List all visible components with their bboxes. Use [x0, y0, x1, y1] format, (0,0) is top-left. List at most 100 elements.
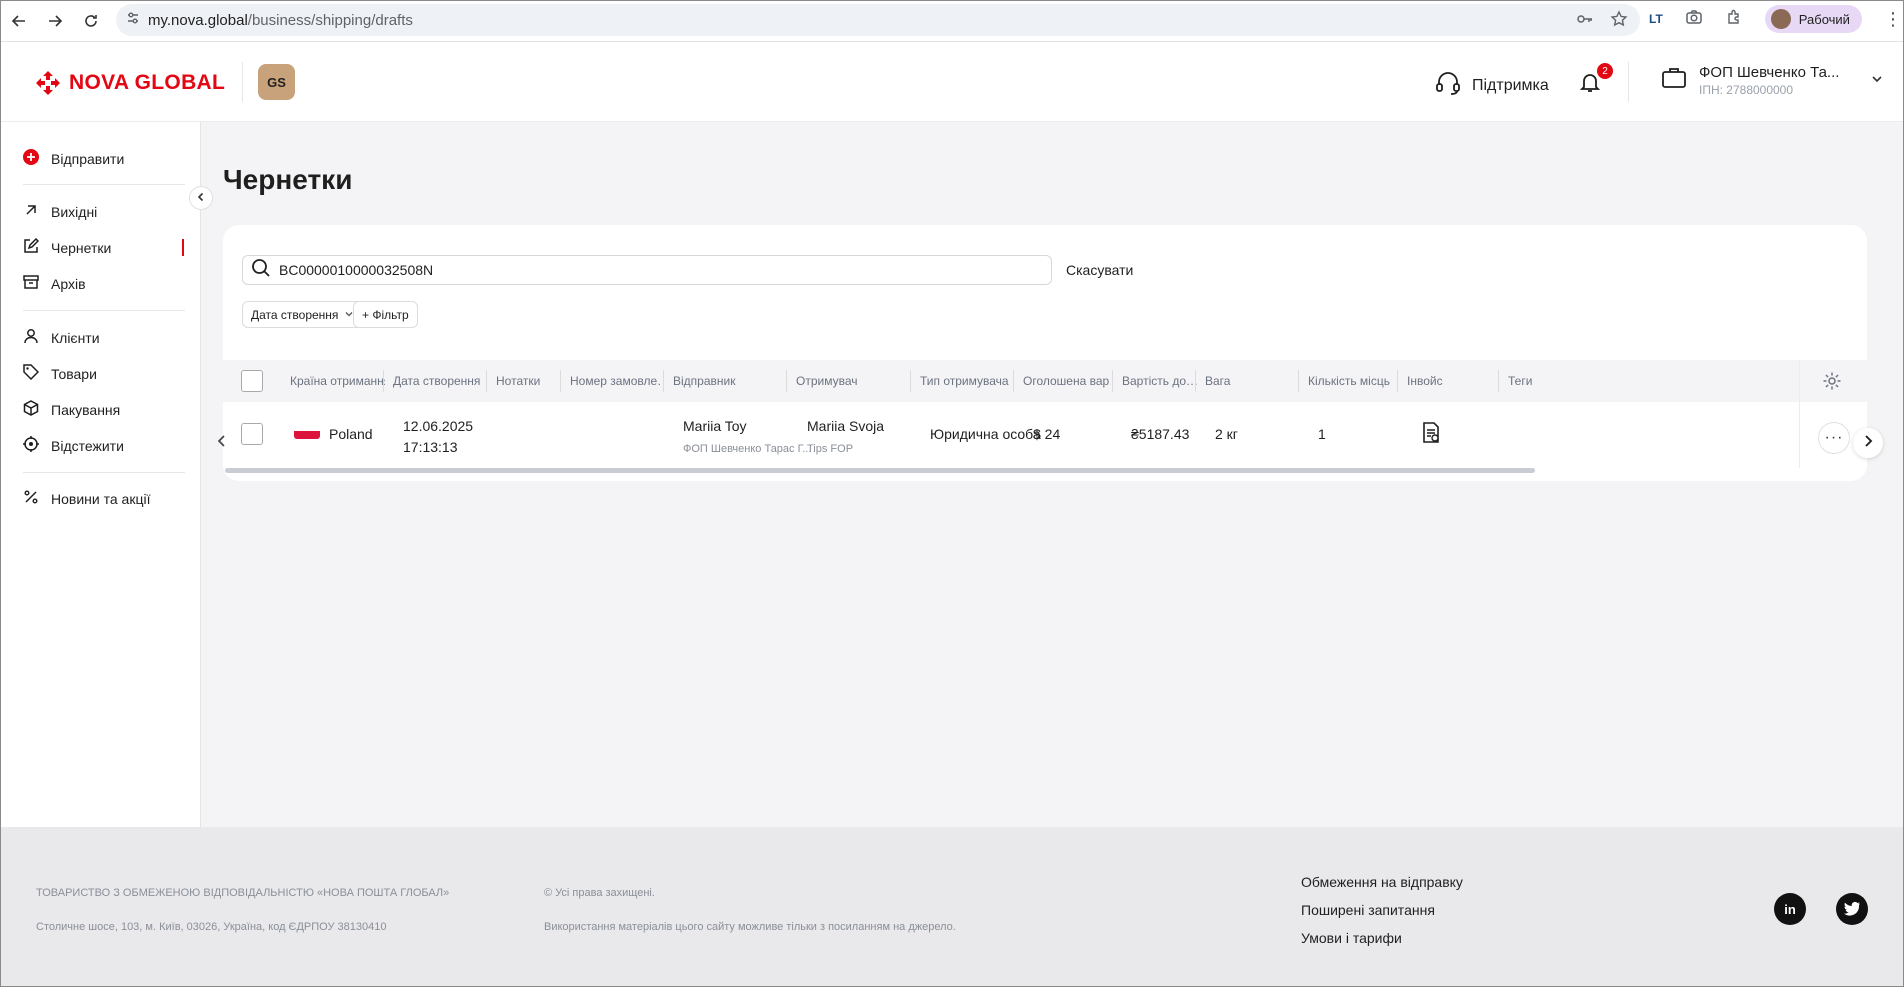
- reload-icon[interactable]: [73, 3, 109, 39]
- column-divider[interactable]: [1298, 370, 1299, 392]
- brand-name: NOVA GLOBAL: [69, 71, 226, 94]
- column-header[interactable]: Інвойс: [1407, 360, 1487, 402]
- column-divider[interactable]: [786, 370, 787, 392]
- row-more-actions-button[interactable]: ···: [1818, 422, 1850, 454]
- search-field[interactable]: [242, 255, 1052, 285]
- chevron-right-icon: [1862, 434, 1874, 453]
- back-icon[interactable]: [1, 3, 37, 39]
- sidebar-item-packaging[interactable]: Пакування: [23, 400, 120, 419]
- sidebar-item-label: Клієнти: [51, 329, 100, 346]
- gs-badge[interactable]: GS: [258, 64, 295, 100]
- footer-link-faq[interactable]: Поширені запитання: [1301, 902, 1435, 918]
- camera-icon[interactable]: [1685, 8, 1703, 31]
- date-filter-dropdown[interactable]: Дата створення: [242, 301, 364, 328]
- footer-rights: © Усі права захищені.: [544, 887, 655, 899]
- support-button[interactable]: Підтримка: [1434, 69, 1549, 102]
- sidebar-item-label: Відправити: [51, 150, 125, 167]
- forward-icon[interactable]: [37, 3, 73, 39]
- sidebar-item-outgoing[interactable]: Вихідні: [23, 202, 97, 221]
- column-header[interactable]: Оголошена вар…: [1023, 360, 1111, 402]
- chevron-left-icon: [196, 189, 206, 207]
- sidebar-item-clients[interactable]: Клієнти: [23, 328, 100, 347]
- sidebar-item-label: Чернетки: [51, 239, 112, 256]
- row-checkbox[interactable]: [241, 423, 263, 445]
- column-divider[interactable]: [486, 370, 487, 392]
- profile-button[interactable]: Рабочий: [1764, 5, 1862, 33]
- search-icon: [251, 258, 271, 283]
- linkedin-icon[interactable]: in: [1774, 893, 1806, 925]
- column-divider[interactable]: [663, 370, 664, 392]
- add-filter-label: + Фільтр: [362, 307, 409, 322]
- collapse-sidebar-button[interactable]: [189, 186, 213, 210]
- sidebar-item-label: Архів: [51, 275, 86, 292]
- column-divider[interactable]: [560, 370, 561, 392]
- footer-link-terms[interactable]: Умови і тарифи: [1301, 930, 1402, 946]
- column-header[interactable]: Вага: [1205, 360, 1295, 402]
- brand-logo[interactable]: NOVA GLOBAL: [35, 70, 225, 96]
- sidebar-item-archive[interactable]: Архів: [23, 274, 86, 293]
- table-row[interactable]: Poland 12.06.2025 17:13:13 Mariia Toy ФО…: [223, 402, 1867, 466]
- select-all-checkbox[interactable]: [241, 370, 263, 392]
- archive-box-icon: [23, 274, 39, 293]
- column-header[interactable]: Відправник: [673, 360, 783, 402]
- active-indicator: [182, 239, 184, 256]
- row-time: 17:13:13: [403, 439, 458, 455]
- footer-address: Столичне шосе, 103, м. Київ, 03026, Укра…: [36, 921, 387, 933]
- column-header[interactable]: Теги: [1508, 360, 1538, 402]
- column-header[interactable]: Дата створення: [393, 360, 483, 402]
- invoice-icon[interactable]: [1421, 422, 1441, 449]
- address-bar[interactable]: my.nova.global/business/shipping/drafts: [116, 4, 1640, 36]
- scroll-right-button[interactable]: [1853, 428, 1883, 458]
- sidebar-item-drafts[interactable]: Чернетки: [23, 237, 112, 257]
- column-divider[interactable]: [1013, 370, 1014, 392]
- twitter-icon[interactable]: [1836, 893, 1868, 925]
- footer-link-restrictions[interactable]: Обмеження на відправку: [1301, 874, 1463, 890]
- search-input[interactable]: [279, 262, 1039, 278]
- url-path: /business/shipping/drafts: [247, 11, 413, 29]
- extensions-icon[interactable]: [1725, 8, 1743, 31]
- sidebar-item-label: Товари: [51, 365, 97, 382]
- footer-usage-note: Використання матеріалів цього сайту можл…: [544, 921, 956, 933]
- more-dots-icon: ···: [1824, 429, 1844, 446]
- column-divider[interactable]: [383, 370, 384, 392]
- sidebar-item-send[interactable]: Відправити: [23, 149, 124, 168]
- column-header[interactable]: Нотатки: [496, 360, 556, 402]
- headset-icon: [1434, 69, 1462, 102]
- nova-logo-icon: [35, 70, 61, 96]
- column-header[interactable]: Вартість до…: [1122, 360, 1198, 402]
- chevron-down-icon: [1871, 72, 1883, 90]
- column-header[interactable]: Номер замовле…: [570, 360, 660, 402]
- column-header[interactable]: Тип отримувача: [920, 360, 1010, 402]
- tag-icon: [23, 364, 40, 383]
- column-header[interactable]: Кількість місць: [1308, 360, 1398, 402]
- sidebar-item-label: Відстежити: [51, 437, 124, 454]
- site-info-icon[interactable]: [126, 11, 140, 29]
- add-filter-button[interactable]: + Фільтр: [353, 301, 418, 328]
- browser-menu-icon[interactable]: ⋮: [1884, 9, 1902, 30]
- sidebar-divider: [23, 184, 185, 185]
- row-date: 12.06.2025: [403, 418, 474, 434]
- table-settings-gear-icon[interactable]: [1822, 371, 1842, 396]
- column-divider[interactable]: [1397, 370, 1398, 392]
- sidebar-item-label: Вихідні: [51, 203, 98, 220]
- sidebar-item-track[interactable]: Відстежити: [23, 436, 124, 455]
- browser-toolbar: my.nova.global/business/shipping/drafts …: [1, 1, 1903, 42]
- sidebar-item-news[interactable]: Новини та акції: [23, 489, 150, 508]
- edit-icon: [23, 237, 40, 257]
- column-header[interactable]: Отримувач: [796, 360, 906, 402]
- account-switcher[interactable]: ФОП Шевченко Та... ІПН: 2788000000: [1661, 64, 1883, 97]
- cancel-search-button[interactable]: Скасувати: [1066, 262, 1133, 278]
- translate-extension-icon[interactable]: LT: [1649, 12, 1663, 26]
- horizontal-scrollbar[interactable]: [225, 468, 1535, 473]
- column-divider[interactable]: [1195, 370, 1196, 392]
- bookmark-star-icon[interactable]: [1610, 10, 1628, 32]
- table-header: Країна отримання Дата створення Нотатки …: [223, 360, 1867, 402]
- column-header[interactable]: Країна отримання: [290, 360, 385, 402]
- sidebar-divider: [23, 310, 185, 311]
- scroll-left-button[interactable]: [207, 428, 237, 458]
- column-divider[interactable]: [1498, 370, 1499, 392]
- key-icon[interactable]: [1576, 10, 1594, 32]
- sidebar-item-goods[interactable]: Товари: [23, 364, 97, 383]
- column-divider[interactable]: [910, 370, 911, 392]
- column-divider[interactable]: [1112, 370, 1113, 392]
